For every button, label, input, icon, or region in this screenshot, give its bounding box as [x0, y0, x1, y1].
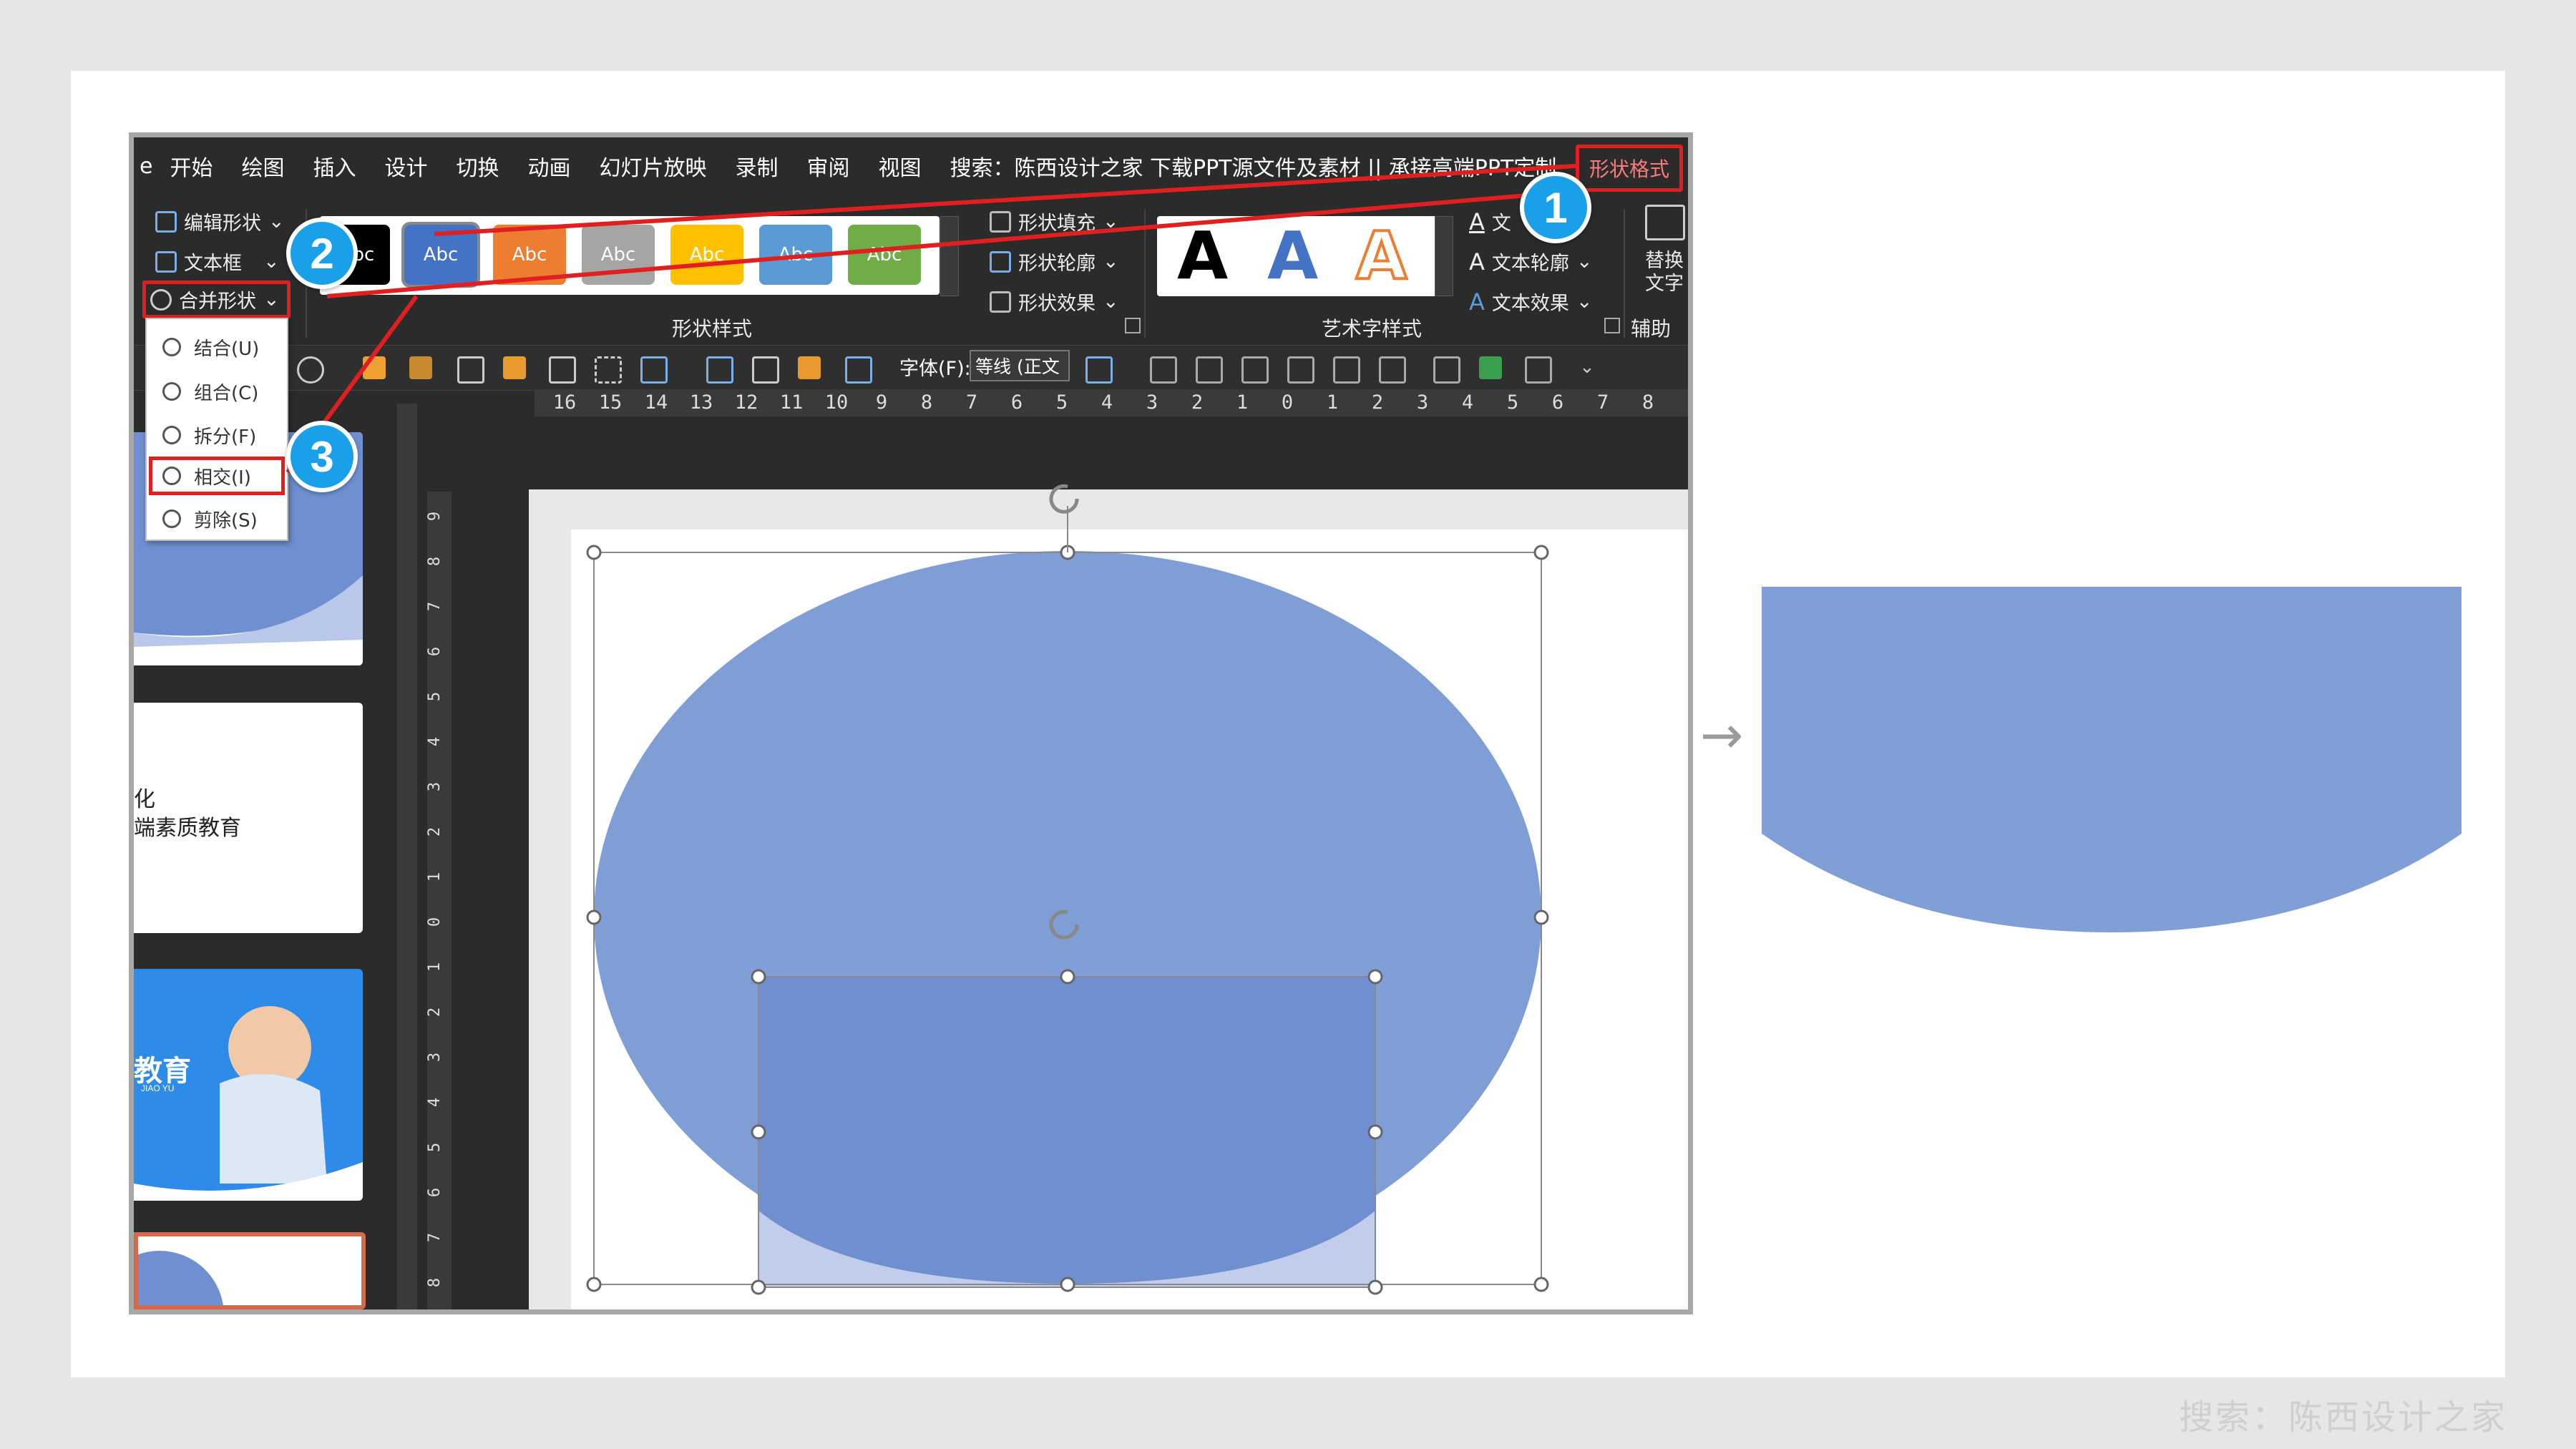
powerpoint-window: e 开始 绘图 插入 设计 切换 动画 幻灯片放映 录制 审阅 视图 搜索：陈西… — [134, 137, 1688, 1309]
intersect-icon — [162, 467, 181, 485]
merge-shapes-menu: 结合(U) 组合(C) 拆分(F) 相交(I) 剪除(S) — [145, 318, 288, 541]
menu-item-label: 结合(U) — [194, 338, 260, 360]
menu-item-label: 相交(I) — [194, 467, 251, 489]
rectangle-shape[interactable] — [758, 977, 1375, 1287]
combine-icon — [162, 382, 181, 401]
watermark: 搜索：陈西设计之家 — [2178, 1397, 2507, 1438]
menu-item-combine[interactable]: 组合(C) — [152, 372, 281, 411]
fragment-icon — [162, 426, 181, 444]
shapes-layer — [586, 484, 1549, 1295]
subtract-icon — [162, 509, 181, 528]
step-badge-2: 2 — [286, 218, 358, 289]
menu-item-label: 拆分(F) — [194, 426, 257, 448]
union-icon — [162, 338, 181, 356]
menu-item-subtract[interactable]: 剪除(S) — [152, 499, 281, 538]
result-arrow: → — [1700, 705, 1744, 765]
step-badge-1: 1 — [1520, 172, 1591, 243]
menu-item-intersect[interactable]: 相交(I) — [149, 457, 285, 495]
menu-item-label: 剪除(S) — [194, 509, 258, 532]
step-badge-3: 3 — [286, 421, 358, 492]
menu-item-label: 组合(C) — [194, 382, 259, 404]
menu-item-union[interactable]: 结合(U) — [152, 328, 281, 366]
intersect-result-shape — [1762, 587, 2462, 932]
menu-item-fragment[interactable]: 拆分(F) — [152, 416, 281, 454]
